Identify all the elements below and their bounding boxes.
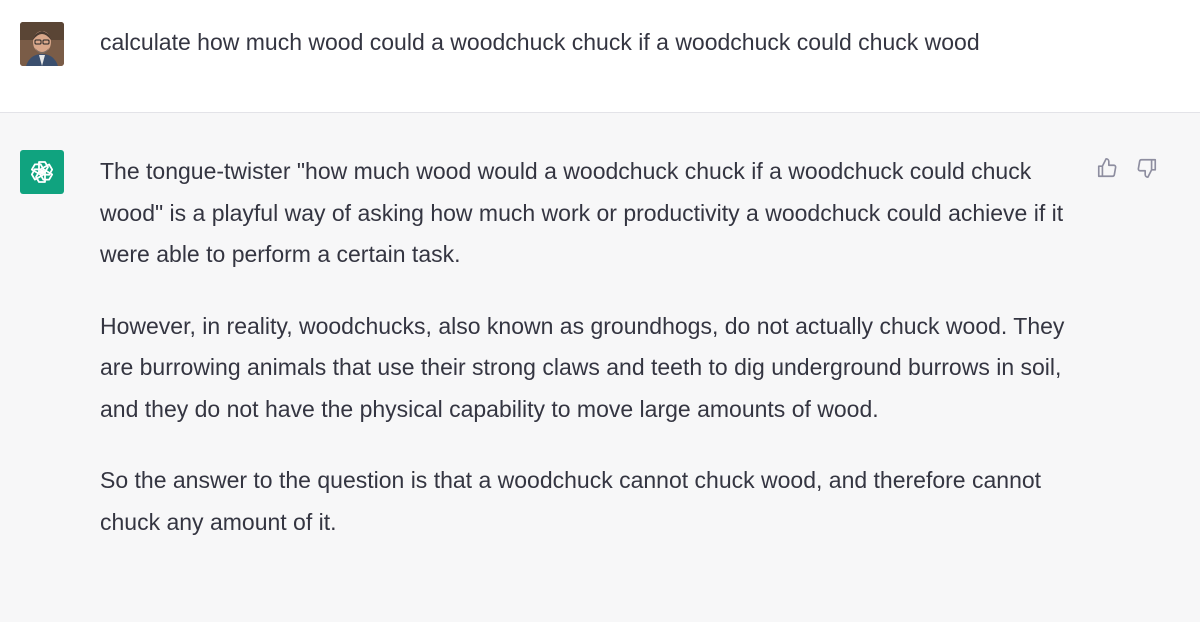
thumbs-up-icon xyxy=(1097,158,1117,178)
assistant-message-row: The tongue-twister "how much wood would … xyxy=(0,113,1200,622)
user-message-row: calculate how much wood could a woodchuc… xyxy=(0,0,1200,113)
user-avatar xyxy=(20,22,64,66)
assistant-avatar xyxy=(20,150,64,194)
thumbs-down-button[interactable] xyxy=(1134,155,1160,181)
thumbs-down-icon xyxy=(1137,158,1157,178)
answer-paragraph: So the answer to the question is that a … xyxy=(100,467,1042,535)
thumbs-up-button[interactable] xyxy=(1094,155,1120,181)
user-avatar-photo xyxy=(20,22,64,66)
openai-logo-icon xyxy=(30,161,54,183)
user-message-text: calculate how much wood could a woodchuc… xyxy=(100,29,980,55)
answer-paragraph: However, in reality, woodchucks, also kn… xyxy=(100,312,1065,422)
answer-paragraph: The tongue-twister "how much wood would … xyxy=(100,158,1064,267)
assistant-message-text: The tongue-twister "how much wood would … xyxy=(100,151,1090,543)
feedback-buttons xyxy=(1094,155,1160,181)
